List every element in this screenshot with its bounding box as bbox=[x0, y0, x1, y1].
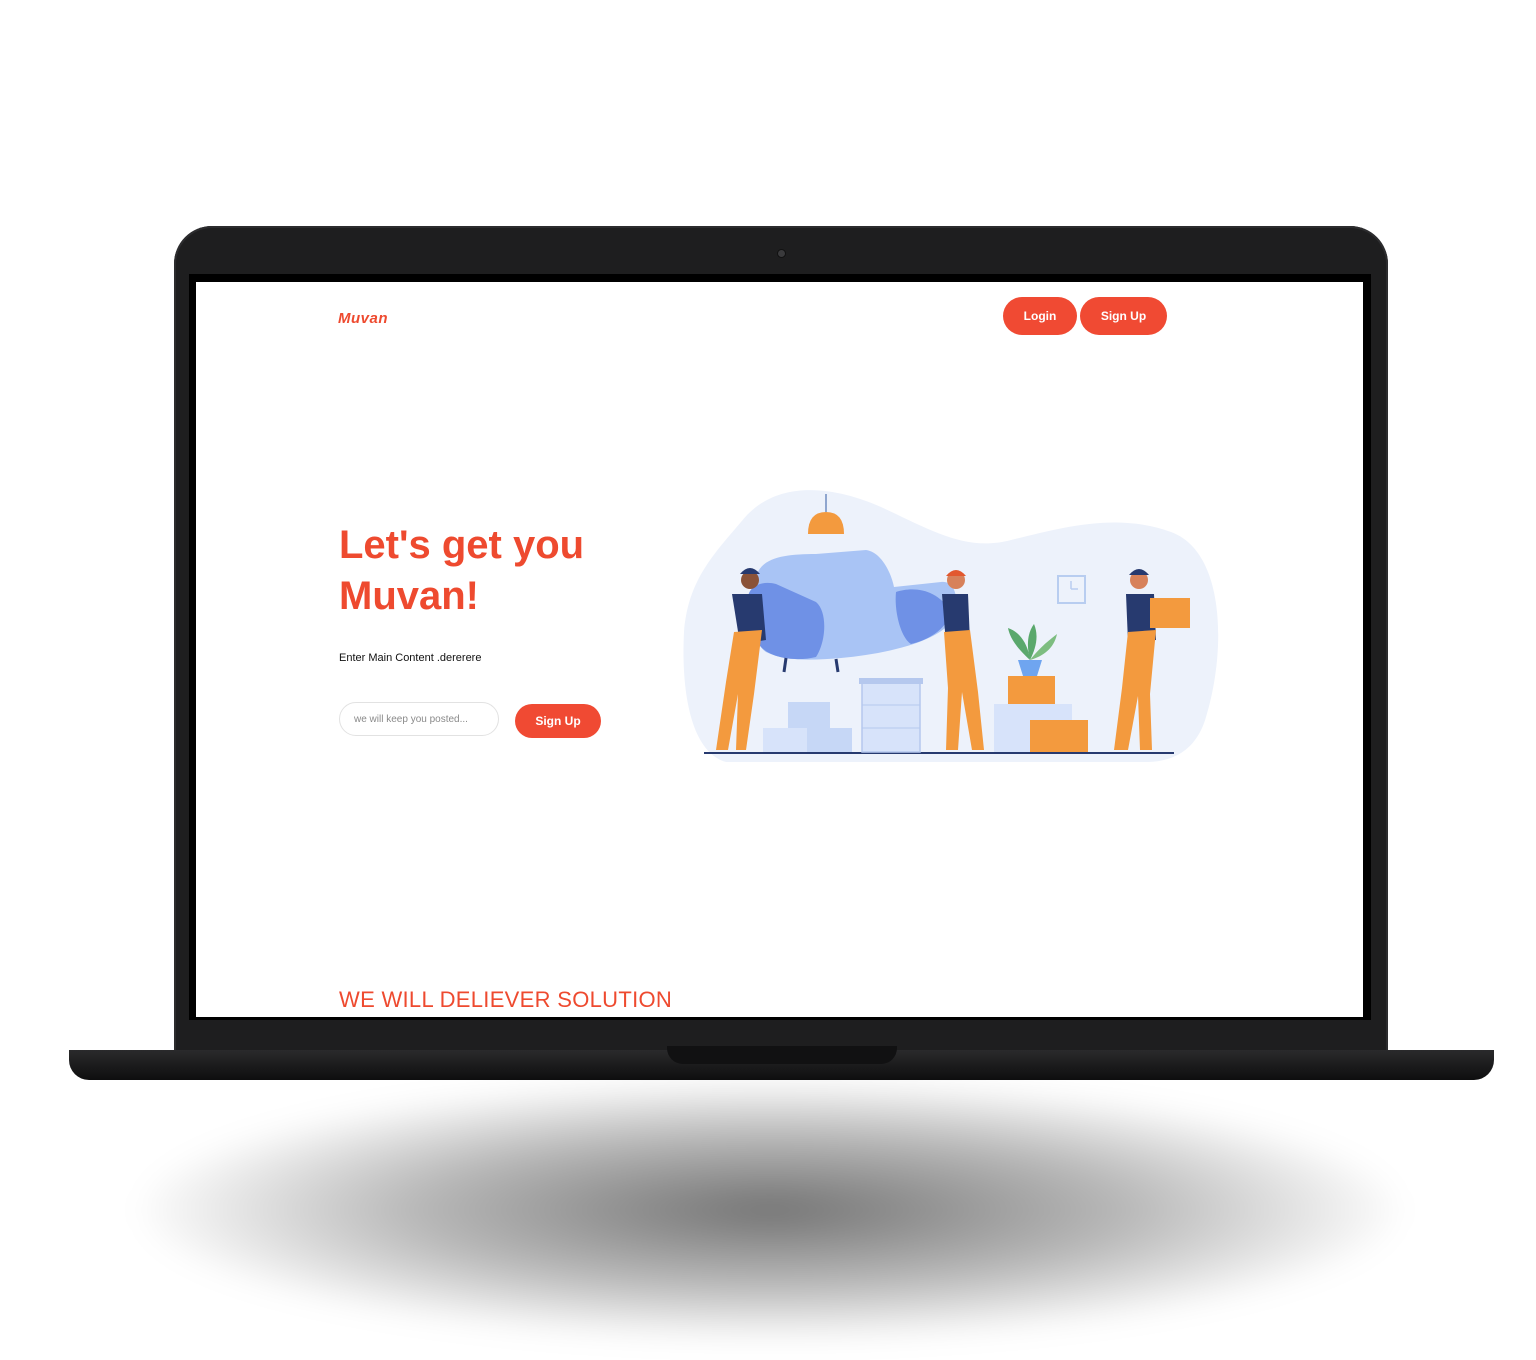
laptop-notch bbox=[667, 1046, 897, 1064]
login-button[interactable]: Login bbox=[1003, 297, 1077, 335]
email-input[interactable] bbox=[339, 702, 499, 736]
laptop-shadow bbox=[140, 1080, 1400, 1340]
hero-signup-button[interactable]: Sign Up bbox=[515, 704, 601, 738]
logo[interactable]: Muvan bbox=[338, 310, 388, 327]
section-title: WE WILL DELIEVER SOLUTION bbox=[339, 987, 673, 1012]
movers-illustration bbox=[683, 490, 1219, 762]
laptop-screen: Muvan Login Sign Up Let's get you Muvan!… bbox=[196, 282, 1363, 1017]
signup-button[interactable]: Sign Up bbox=[1080, 297, 1167, 335]
webcam-icon bbox=[778, 250, 785, 257]
hero-title: Let's get you Muvan! bbox=[339, 523, 585, 618]
hero-subtitle: Enter Main Content .dererere bbox=[339, 652, 482, 664]
